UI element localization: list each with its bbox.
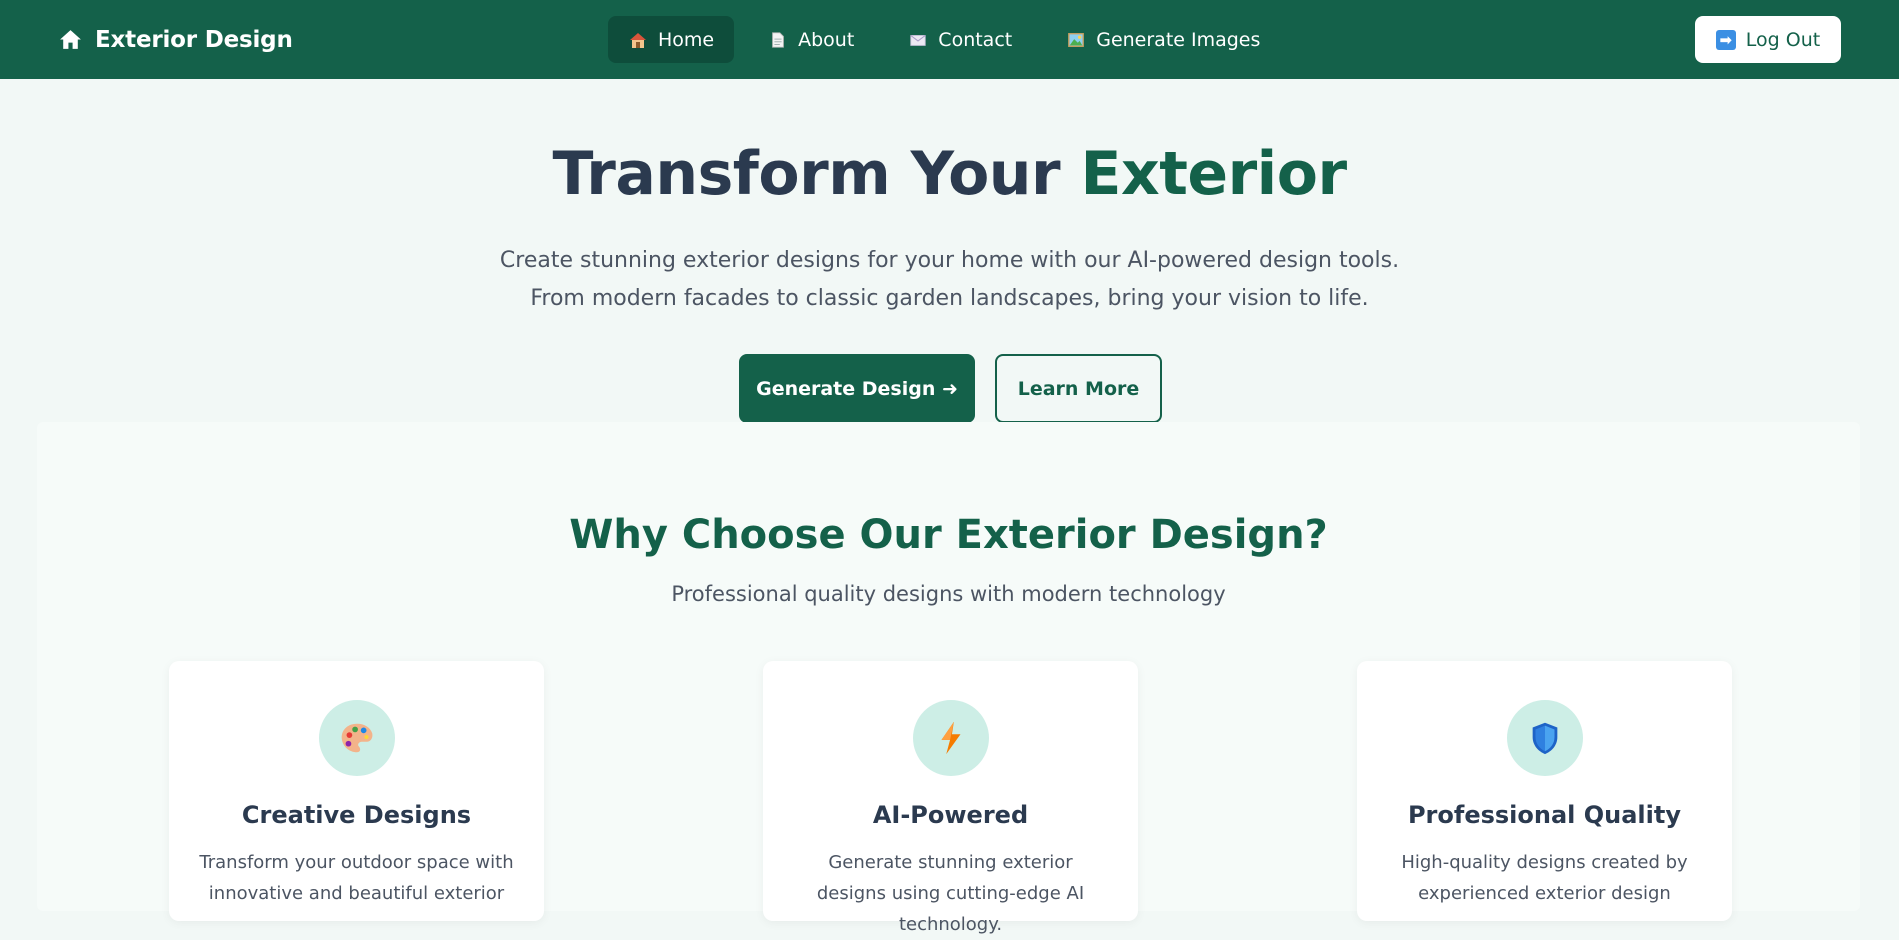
feature-card-title: Creative Designs <box>241 801 472 829</box>
logout-label: Log Out <box>1745 28 1821 51</box>
picture-icon <box>1066 31 1086 49</box>
house-icon <box>628 30 648 50</box>
document-icon <box>768 30 788 50</box>
envelope-icon <box>908 31 928 49</box>
feature-card-title: AI-Powered <box>872 801 1029 829</box>
feature-card-text: Generate stunning exterior designs using… <box>816 852 1085 935</box>
feature-card-creative-designs: Creative Designs Transform your outdoor … <box>169 661 544 921</box>
hero-title-accent: Exterior <box>1080 139 1348 209</box>
features-title: Why Choose Our Exterior Design? <box>569 512 1328 558</box>
feature-card-professional-quality: Professional Quality High-quality design… <box>1357 661 1732 921</box>
top-navbar: Exterior Design Home About Contact Gener… <box>0 0 1899 79</box>
nav-link-label: Contact <box>938 28 1013 51</box>
hero-subtitle-line1: Create stunning exterior designs for you… <box>499 248 1400 273</box>
brand-name: Exterior Design <box>95 26 293 53</box>
home-icon <box>60 30 81 49</box>
nav-link-contact[interactable]: Contact <box>888 16 1032 63</box>
logout-button[interactable]: ➡ Log Out <box>1695 16 1841 63</box>
features-section: Why Choose Our Exterior Design? Professi… <box>37 422 1860 935</box>
nav-link-about[interactable]: About <box>748 16 874 63</box>
hero-title-part1: Transform Your <box>552 139 1081 209</box>
features-subtitle: Professional quality designs with modern… <box>671 582 1226 606</box>
feature-card-title: Professional Quality <box>1407 801 1682 829</box>
hero-subtitle-line2: From modern facades to classic garden la… <box>530 286 1369 311</box>
hero-subtitle: Create stunning exterior designs for you… <box>0 242 1899 318</box>
feature-card-text: High-quality designs created by experien… <box>1401 852 1688 904</box>
shield-icon <box>1507 700 1583 776</box>
lightning-icon <box>913 700 989 776</box>
nav-link-generate-images[interactable]: Generate Images <box>1046 16 1280 63</box>
brand-logo[interactable]: Exterior Design <box>58 0 293 79</box>
nav-link-label: Generate Images <box>1096 28 1261 51</box>
hero-title: Transform Your Exterior <box>0 139 1899 209</box>
right-arrow-icon: ➡ <box>1715 29 1736 50</box>
feature-card-ai-powered: AI-Powered Generate stunning exterior de… <box>763 661 1138 935</box>
feature-card-text: Transform your outdoor space with innova… <box>199 852 514 904</box>
nav-link-label: Home <box>658 28 715 51</box>
learn-more-button[interactable]: Learn More <box>995 354 1162 423</box>
nav-links: Home About Contact Generate Images <box>608 16 1280 63</box>
nav-link-home[interactable]: Home <box>608 16 735 63</box>
palette-icon <box>319 700 395 776</box>
generate-design-button[interactable]: Generate Design ➜ <box>739 354 975 423</box>
nav-link-label: About <box>798 28 855 51</box>
